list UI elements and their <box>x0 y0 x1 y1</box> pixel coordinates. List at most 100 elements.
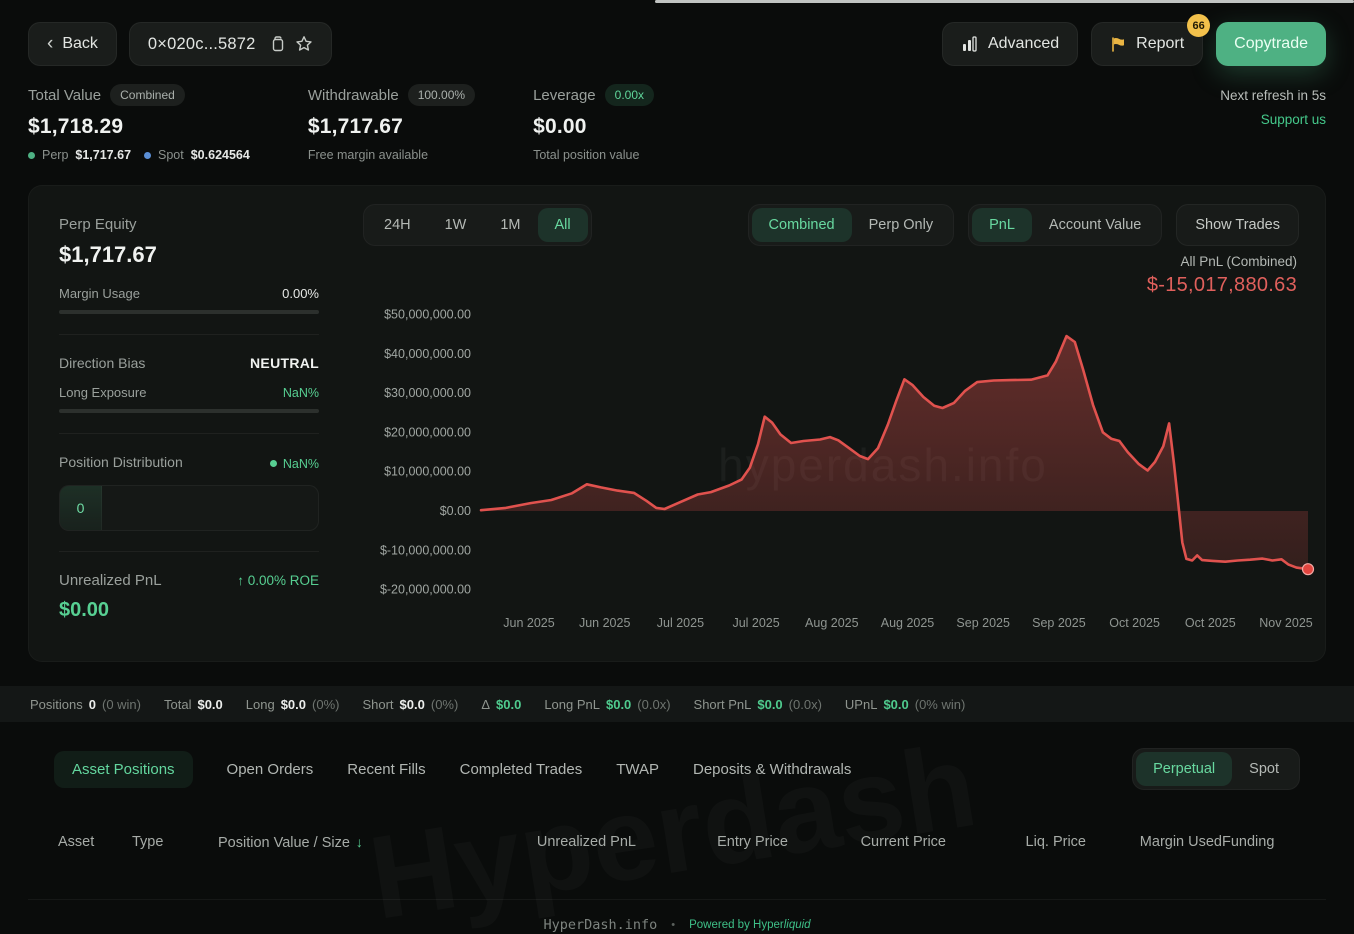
x-axis-label: Jul 2025 <box>732 616 779 630</box>
account-stats-row: Total Value Combined $1,718.29 Perp $1,7… <box>0 66 1354 162</box>
leverage-badge: 0.00x <box>605 84 654 106</box>
x-axis-label: Aug 2025 <box>805 616 859 630</box>
mode-perp-only[interactable]: Perp Only <box>852 208 950 242</box>
margin-usage-value: 0.00% <box>282 286 319 301</box>
delta-stat: Δ $0.0 <box>481 697 521 712</box>
back-button[interactable]: ‹ Back <box>28 22 117 66</box>
tab-recent-fills[interactable]: Recent Fills <box>347 751 425 788</box>
leverage-stat: Leverage 0.00x $0.00 Total position valu… <box>533 84 654 162</box>
long-stat: Long $0.0 (0%) <box>246 697 340 712</box>
margin-usage-bar <box>59 310 319 314</box>
positions-table-header: Asset Type Position Value / Size↓ Unreal… <box>28 826 1326 859</box>
pnl-chart[interactable]: hyperdash.info$50,000,000.00$40,000,000.… <box>363 296 1338 644</box>
long-pnl-stat: Long PnL $0.0 (0.0x) <box>544 697 670 712</box>
chart-title: All PnL (Combined) <box>1147 254 1297 269</box>
refresh-countdown: Next refresh in 5s <box>1220 88 1326 103</box>
divider <box>59 433 319 434</box>
sort-desc-icon: ↓ <box>356 834 363 850</box>
distribution-count: 0 <box>60 486 102 530</box>
perp-equity-value: $1,717.67 <box>59 242 319 268</box>
market-perpetual[interactable]: Perpetual <box>1136 752 1232 786</box>
total-value-stat: Total Value Combined $1,718.29 Perp $1,7… <box>28 84 250 162</box>
y-axis-label: $40,000,000.00 <box>384 347 471 361</box>
report-label: Report <box>1136 35 1184 53</box>
short-pnl-stat: Short PnL $0.0 (0.0x) <box>694 697 822 712</box>
mode-combined[interactable]: Combined <box>752 208 852 242</box>
advanced-button[interactable]: Advanced <box>942 22 1078 66</box>
star-icon[interactable] <box>295 35 313 53</box>
leverage-amount: $0.00 <box>533 115 654 139</box>
spot-value: $0.624564 <box>191 148 250 162</box>
timerange-24h[interactable]: 24H <box>367 208 428 242</box>
chevron-left-icon: ‹ <box>47 34 53 53</box>
col-margin-used[interactable]: Margin Used <box>1086 826 1222 859</box>
leverage-sub: Total position value <box>533 148 654 162</box>
col-liq-price[interactable]: Liq. Price <box>946 826 1086 859</box>
x-axis-label: Jul 2025 <box>657 616 704 630</box>
wallet-address-pill[interactable]: 0×020c...5872 <box>129 22 332 66</box>
withdrawable-sub: Free margin available <box>308 148 475 162</box>
x-axis-label: Sep 2025 <box>1032 616 1086 630</box>
tab-asset-positions[interactable]: Asset Positions <box>54 751 193 788</box>
copytrade-button[interactable]: Copytrade <box>1216 22 1326 66</box>
positions-table-section: Hyperdash Asset Positions Open Orders Re… <box>28 734 1326 934</box>
tab-open-orders[interactable]: Open Orders <box>227 751 314 788</box>
show-trades-button[interactable]: Show Trades <box>1176 204 1299 246</box>
back-label: Back <box>62 35 98 53</box>
col-entry-price[interactable]: Entry Price <box>636 826 788 859</box>
y-axis-label: $30,000,000.00 <box>384 386 471 400</box>
roe-value: ↑ 0.00% ROE <box>237 573 319 588</box>
positions-count-stat: Positions 0 (0 win) <box>30 697 141 712</box>
x-axis-label: Oct 2025 <box>1109 616 1160 630</box>
short-stat: Short $0.0 (0%) <box>362 697 458 712</box>
tab-deposits-withdrawals[interactable]: Deposits & Withdrawals <box>693 751 851 788</box>
wallet-address: 0×020c...5872 <box>148 35 256 54</box>
powered-by-link[interactable]: Powered by Hyperliquid <box>689 919 810 931</box>
page-footer: HyperDash.info • Powered by Hyperliquid <box>28 899 1326 933</box>
combined-badge: Combined <box>110 84 185 106</box>
metric-account-value[interactable]: Account Value <box>1032 208 1158 242</box>
unrealized-pnl-value: $0.00 <box>59 599 319 622</box>
perp-value: $1,717.67 <box>75 148 131 162</box>
y-axis-label: $0.00 <box>440 504 471 518</box>
market-spot[interactable]: Spot <box>1232 752 1296 786</box>
x-axis-label: Oct 2025 <box>1185 616 1236 630</box>
perp-label: Perp <box>42 148 68 162</box>
y-axis-label: $20,000,000.00 <box>384 425 471 439</box>
direction-bias-value: NEUTRAL <box>250 355 319 371</box>
tab-completed-trades[interactable]: Completed Trades <box>460 751 583 788</box>
withdrawable-label: Withdrawable <box>308 87 399 104</box>
perp-summary-panel: Perp Equity $1,717.67 Margin Usage 0.00%… <box>59 216 319 622</box>
bar-chart-icon <box>961 35 979 53</box>
chart-total-pnl: $-15,017,880.63 <box>1147 274 1297 297</box>
metric-segmented: PnL Account Value <box>968 204 1162 246</box>
copy-icon[interactable] <box>269 35 285 53</box>
perp-dot-icon <box>28 152 35 159</box>
distribution-dot-icon <box>270 460 277 467</box>
col-position-value-size[interactable]: Position Value / Size↓ <box>218 826 468 859</box>
long-exposure-value: NaN% <box>283 386 319 400</box>
total-value-amount: $1,718.29 <box>28 115 250 139</box>
tab-twap[interactable]: TWAP <box>616 751 659 788</box>
timerange-1w[interactable]: 1W <box>428 208 484 242</box>
timerange-all[interactable]: All <box>538 208 588 242</box>
leverage-label: Leverage <box>533 87 596 104</box>
col-funding[interactable]: Funding <box>1222 826 1274 859</box>
pnl-area-fill <box>481 336 1308 569</box>
col-unrealized-pnl[interactable]: Unrealized PnL <box>468 826 636 859</box>
col-current-price[interactable]: Current Price <box>788 826 946 859</box>
long-exposure-bar <box>59 409 319 413</box>
metric-pnl[interactable]: PnL <box>972 208 1032 242</box>
y-axis-label: $-20,000,000.00 <box>380 583 471 597</box>
timerange-1m[interactable]: 1M <box>483 208 537 242</box>
support-us-link[interactable]: Support us <box>1220 112 1326 127</box>
mode-segmented: Combined Perp Only <box>748 204 955 246</box>
report-count-badge: 66 <box>1187 14 1210 37</box>
report-button[interactable]: Report 66 <box>1091 22 1203 66</box>
spot-label: Spot <box>158 148 184 162</box>
position-distribution-label: Position Distribution <box>59 454 183 470</box>
divider <box>59 334 319 335</box>
x-axis-label: Aug 2025 <box>881 616 935 630</box>
chart-header: All PnL (Combined) $-15,017,880.63 <box>1147 254 1297 297</box>
withdrawable-badge: 100.00% <box>408 84 475 106</box>
